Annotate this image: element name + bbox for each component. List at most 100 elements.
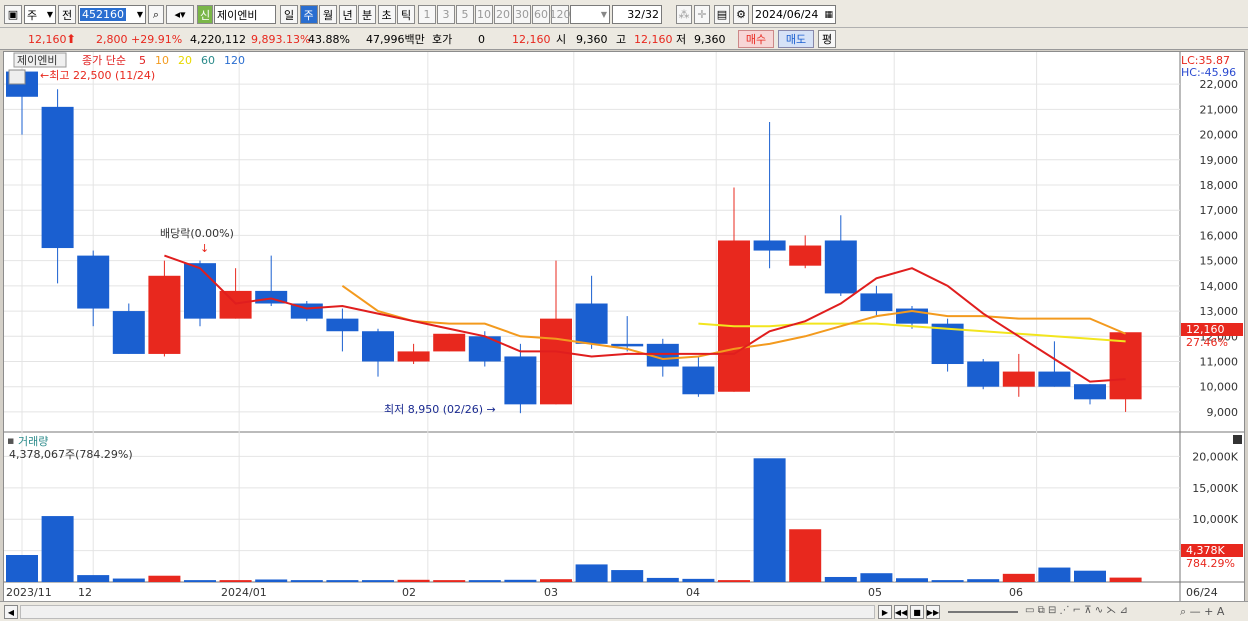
count-total: /32 (641, 8, 659, 21)
y-tick-label: 18,000 (1200, 179, 1239, 192)
zoom-slider[interactable] (948, 611, 1018, 613)
minute-button[interactable]: 3 (437, 5, 455, 24)
volume-bar (1109, 577, 1142, 582)
date-value: 2024/06/24 (755, 8, 819, 21)
sync-icon[interactable]: ⁂ (676, 5, 692, 24)
stock-code-input[interactable]: 452160 ▼ (78, 5, 146, 24)
period-button[interactable]: 주 (299, 5, 318, 24)
dividend-note: 배당락(0.00%) (160, 227, 234, 240)
turnover-rate: 43.88% (308, 32, 350, 46)
search-icon[interactable]: ⌕ (148, 5, 164, 24)
x-axis-label: 2023/11 (6, 586, 52, 599)
scroll-left-icon[interactable]: ◀ (4, 605, 18, 619)
hoga-value: 0 (478, 32, 485, 46)
volume-bar (184, 580, 216, 582)
x-axis-label: 06/24 (1186, 586, 1218, 599)
close-icon (1233, 435, 1242, 444)
candle-body (184, 263, 216, 319)
date-input[interactable]: 2024/06/24 ▦ (752, 5, 836, 24)
volume-bar (682, 578, 715, 582)
volume-bar (896, 578, 928, 582)
x-axis-label: 2024/01 (221, 586, 267, 599)
volume-bar (931, 580, 964, 582)
gear-icon[interactable]: ⚙ (733, 5, 749, 24)
eval-button[interactable]: 평 (818, 30, 836, 48)
quote-bar: 12,160 ⬆ 2,800 +29.91% 4,220,112 9,893.1… (0, 28, 1248, 50)
minute-button[interactable]: 60 (532, 5, 550, 24)
last-pct-tag: 27.46% (1186, 336, 1228, 349)
period-button[interactable]: 월 (319, 5, 337, 24)
crosshair-icon[interactable]: ✛ (694, 5, 710, 24)
candle-body (1109, 332, 1142, 400)
count-input[interactable]: 32/32 (612, 5, 662, 24)
up-arrow-icon: ⬆ (66, 32, 77, 46)
new-listing-badge: 신 (197, 5, 213, 24)
minute-button[interactable]: 20 (494, 5, 512, 24)
candle-body (397, 351, 430, 362)
volume-bar (397, 579, 430, 582)
candle-body (753, 240, 786, 251)
scroll-right-icon[interactable]: ▶ (878, 605, 892, 619)
candle-body (682, 366, 715, 395)
drawing-tools-icon[interactable]: ▭ ⧉ ⊟ ⋰ ⌐ ⊼ ∿ ⋋ ⊿ (1025, 605, 1128, 616)
period-button[interactable]: 틱 (397, 5, 415, 24)
y-tick-label: 16,000 (1200, 229, 1239, 242)
volume-bar (6, 555, 38, 582)
buy-button[interactable]: 매수 (738, 30, 774, 48)
zoom-tools-icon[interactable]: ⌕ — + A (1180, 605, 1224, 619)
save-icon[interactable]: ▤ (714, 5, 730, 24)
period-button[interactable]: 초 (377, 5, 396, 24)
x-axis-label: 05 (868, 586, 882, 599)
minute-button[interactable]: 5 (456, 5, 474, 24)
count-value: 32 (627, 8, 642, 21)
sell-button[interactable]: 매도 (778, 30, 814, 48)
volume: 4,220,112 (190, 32, 246, 46)
fast-forward-icon[interactable]: ▶▶ (926, 605, 940, 619)
prev-button[interactable]: 전 (58, 5, 76, 24)
speaker-icon[interactable]: ◂▾ (166, 5, 194, 24)
low-note: 최저 8,950 (02/26) → (384, 403, 496, 416)
minute-button[interactable]: 1 (418, 5, 436, 24)
chart-svg[interactable]: 22,000 21,000 20,000 19,000 18,000 17,000 16,0… (4, 52, 1244, 601)
y-tick-label: 9,000 (1207, 406, 1239, 419)
volume-bar (468, 580, 501, 582)
stop-icon[interactable]: ■ (910, 605, 924, 619)
legend-ma-period: 5 (139, 54, 146, 67)
candle-body (824, 240, 857, 294)
candle-body (148, 275, 181, 354)
window-icon[interactable]: ▣ (4, 5, 22, 24)
volume-bar (362, 580, 394, 582)
candle-body (326, 318, 359, 332)
volume-tick-label: 20,000K (1192, 450, 1238, 463)
volume-bar (219, 580, 252, 582)
unit-select[interactable]: ▼ (570, 5, 610, 24)
candle-body (1038, 371, 1071, 387)
stock-name-field[interactable]: 제이엔비 (214, 5, 276, 24)
volume-bar (326, 580, 359, 582)
hoga-label: 호가 (432, 33, 453, 46)
volume-bar (718, 580, 750, 582)
volume-bar (41, 516, 74, 582)
minute-button[interactable]: 120 (550, 5, 571, 24)
rewind-icon[interactable]: ◀◀ (894, 605, 908, 619)
volume-bar (290, 580, 323, 582)
period-button[interactable]: 일 (280, 5, 298, 24)
minute-button[interactable]: 30 (513, 5, 531, 24)
minute-button[interactable]: 10 (475, 5, 493, 24)
x-axis-label: 04 (686, 586, 700, 599)
hoga-price: 12,160 (512, 32, 551, 46)
chart-area[interactable]: 22,000 21,000 20,000 19,000 18,000 17,000 16,0… (3, 51, 1245, 602)
period-button[interactable]: 년 (338, 5, 357, 24)
volume-bar (148, 575, 181, 582)
y-tick-label: 13,000 (1200, 305, 1239, 318)
volume-bar (611, 570, 644, 582)
horizontal-scrollbar[interactable] (20, 605, 875, 619)
candle-body (540, 318, 572, 405)
period-button[interactable]: 분 (358, 5, 376, 24)
x-axis-label: 12 (78, 586, 92, 599)
chevron-down-icon: ▼ (136, 10, 143, 19)
y-tick-label: 22,000 (1200, 78, 1239, 91)
market-select[interactable]: 주 ▼ (24, 5, 56, 24)
volume-bar (646, 577, 679, 582)
x-axis-label: 02 (402, 586, 416, 599)
